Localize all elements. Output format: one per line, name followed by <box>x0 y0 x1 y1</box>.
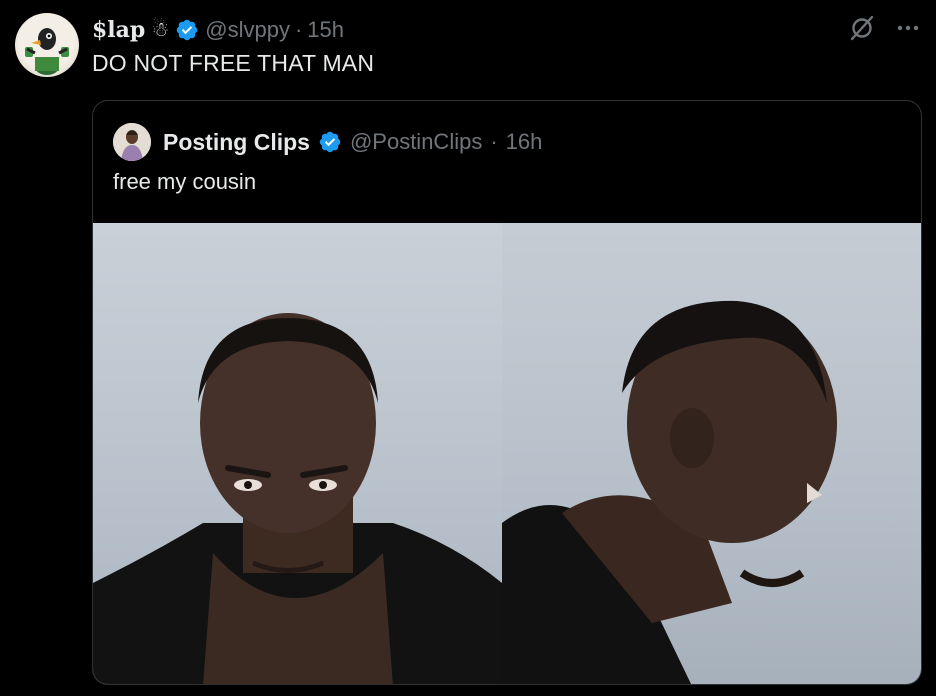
tweet-text: DO NOT FREE THAT MAN <box>92 50 375 76</box>
quoted-author-display-name[interactable]: Posting Clips <box>163 129 310 156</box>
post-timestamp[interactable]: 15h <box>307 17 344 43</box>
avatar-image <box>25 28 69 75</box>
quoted-tweet[interactable]: Posting Clips @PostinClips · 16h free my… <box>92 100 922 685</box>
quoted-verified-badge-icon[interactable] <box>318 130 342 154</box>
grok-icon[interactable] <box>848 14 876 42</box>
author-avatar[interactable] <box>15 13 79 77</box>
verified-badge-icon[interactable] <box>175 18 199 42</box>
tweet[interactable]: $lap ☃ @slvppy · 15h DO NOT FREE THAT MA… <box>0 0 936 696</box>
tweet-actions-top <box>848 14 922 42</box>
quoted-avatar-image <box>113 123 151 161</box>
quoted-author-avatar[interactable] <box>113 123 151 161</box>
quoted-media[interactable] <box>93 223 921 684</box>
mugshot-profile-image <box>502 300 837 684</box>
author-display-name[interactable]: $lap <box>92 17 145 43</box>
more-icon[interactable] <box>894 14 922 42</box>
quoted-author-handle[interactable]: @PostinClips <box>350 129 482 155</box>
mugshot-front-image <box>93 313 502 684</box>
author-handle[interactable]: @slvppy <box>205 17 290 43</box>
quoted-tweet-text: free my cousin <box>113 169 257 194</box>
mugshot-front-photo[interactable] <box>93 223 502 684</box>
mugshot-profile-photo[interactable] <box>502 223 921 684</box>
quoted-separator-dot: · <box>490 129 498 154</box>
tweet-header: $lap ☃ @slvppy · 15h <box>92 16 344 44</box>
quoted-timestamp[interactable]: 16h <box>506 129 543 155</box>
snowman-emoji: ☃ <box>151 19 170 41</box>
quoted-tweet-header: Posting Clips @PostinClips · 16h <box>113 123 542 161</box>
separator-dot: · <box>294 17 303 42</box>
